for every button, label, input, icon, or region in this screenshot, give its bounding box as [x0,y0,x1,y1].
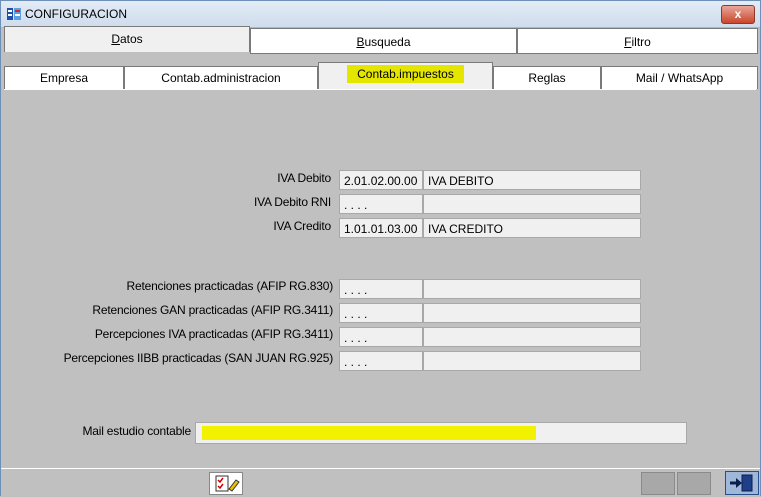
status-button-1[interactable] [641,472,675,495]
iva-debito-name-field[interactable]: IVA DEBITO [423,170,641,190]
status-bar [1,468,760,496]
window-title: CONFIGURACION [25,7,127,21]
tab-label: Busqueda [356,35,411,49]
tab-label: Mail / WhatsApp [635,71,724,85]
tab-empresa[interactable]: Empresa [4,66,124,89]
sub-tab-bar: Empresa Contab.administracion Contab.imp… [4,62,758,89]
mail-estudio-input[interactable] [195,422,687,444]
percepciones-iva-code-field[interactable]: . . . . [339,327,423,347]
percepciones-iibb-label: Percepciones IIBB practicadas (SAN JUAN … [63,351,334,365]
tab-label: Contab.impuestos [347,65,464,83]
iva-debito-rni-name-field[interactable] [423,194,641,214]
tab-label: Datos [111,32,143,46]
retenciones-rg830-label: Retenciones practicadas (AFIP RG.830) [126,279,334,293]
tab-reglas[interactable]: Reglas [493,66,601,89]
percepciones-iibb-code-field[interactable]: . . . . [339,351,423,371]
iva-debito-code-field[interactable]: 2.01.02.00.00 [339,170,423,190]
iva-debito-label: IVA Debito [277,171,331,185]
retenciones-rg830-name-field[interactable] [423,279,641,299]
tab-label: Empresa [39,71,89,85]
retenciones-gan-label: Retenciones GAN practicadas (AFIP RG.341… [92,303,333,317]
tab-contab-impuestos[interactable]: Contab.impuestos [318,62,493,89]
percepciones-iva-name-field[interactable] [423,327,641,347]
exit-door-icon[interactable] [725,471,759,495]
mail-highlight [202,426,536,440]
iva-credito-code-field[interactable]: 1.01.01.03.00 [339,218,423,238]
mail-estudio-label: Mail estudio contable [82,424,191,438]
iva-debito-rni-label: IVA Debito RNI [253,195,331,209]
main-tab-bar: Datos Busqueda Filtro [4,26,758,54]
percepciones-iva-label: Percepciones IVA practicadas (AFIP RG.34… [94,327,333,341]
close-button[interactable]: x [721,5,755,24]
status-button-2[interactable] [677,472,711,495]
retenciones-gan-name-field[interactable] [423,303,641,323]
title-bar: CONFIGURACION x [1,1,760,28]
configuration-window: CONFIGURACION x Datos Busqueda Filtro Em… [0,0,761,496]
tab-label: Contab.administracion [161,71,281,85]
tab-busqueda[interactable]: Busqueda [250,28,517,54]
percepciones-iibb-name-field[interactable] [423,351,641,371]
iva-credito-name-field[interactable]: IVA CREDITO [423,218,641,238]
tab-datos[interactable]: Datos [4,26,250,52]
tab-label: Filtro [624,35,651,49]
tab-contab-administracion[interactable]: Contab.administracion [124,66,318,89]
close-icon: x [734,7,742,21]
retenciones-gan-code-field[interactable]: . . . . [339,303,423,323]
iva-credito-label: IVA Credito [273,219,331,233]
tab-filtro[interactable]: Filtro [517,28,758,54]
iva-debito-rni-code-field[interactable]: . . . . [339,194,423,214]
app-grid-icon [7,8,21,20]
retenciones-rg830-code-field[interactable]: . . . . [339,279,423,299]
checklist-pencil-icon[interactable] [209,472,243,495]
tab-label: Reglas [528,71,566,85]
tab-mail-whatsapp[interactable]: Mail / WhatsApp [601,66,758,89]
